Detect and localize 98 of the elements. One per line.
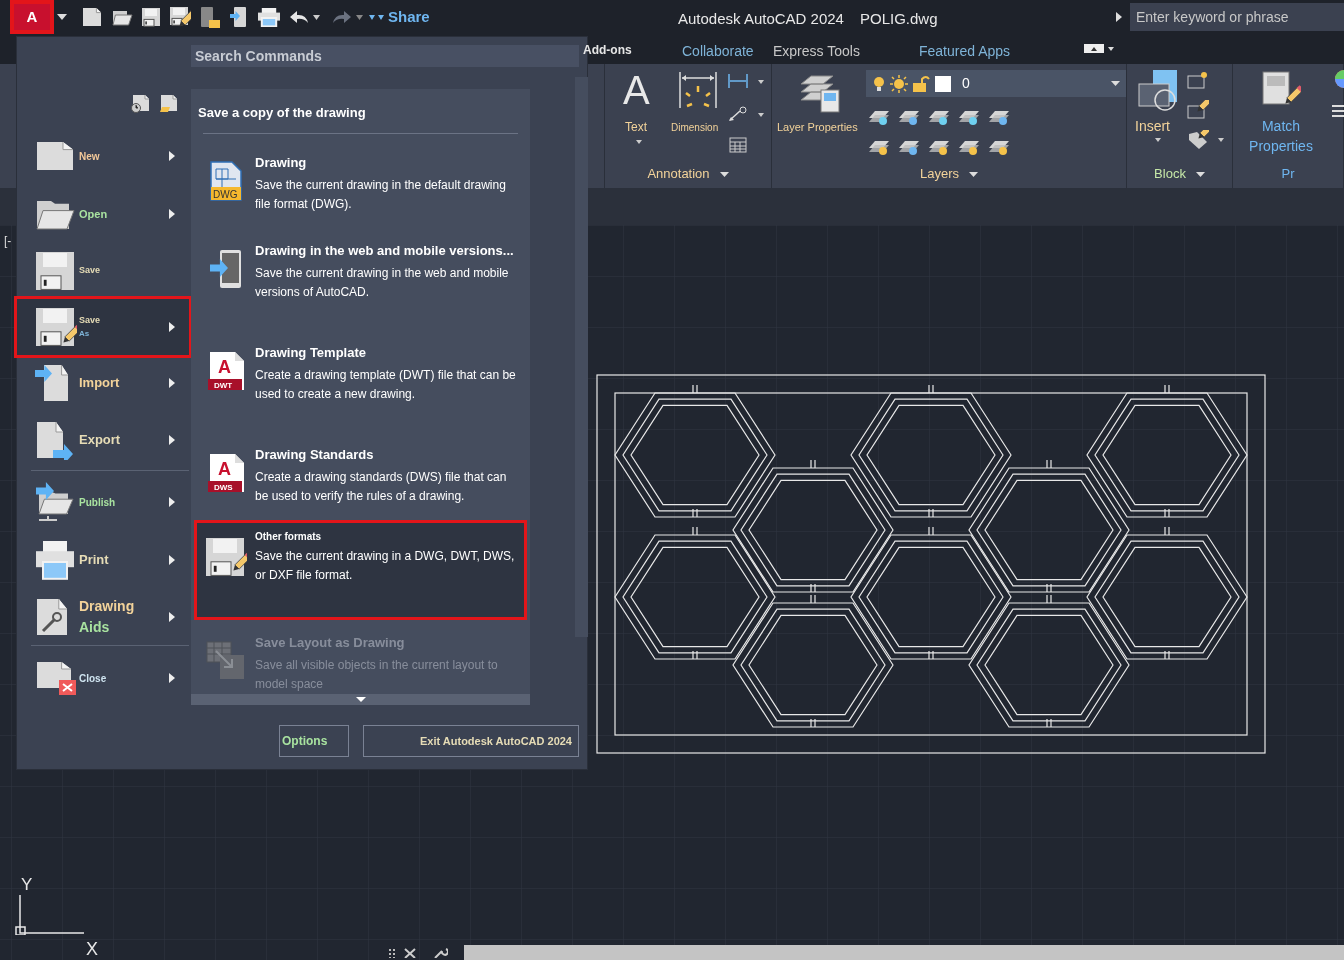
application-menu-item[interactable]: New (17, 127, 189, 185)
color-swatch-icon[interactable] (934, 74, 952, 93)
caret-down-icon[interactable] (969, 171, 978, 177)
caret-down-icon[interactable] (1195, 171, 1205, 177)
submenu-item[interactable]: A DWT Drawing Template Create a drawing template (DWT) file that can be used to create a new drawing. (197, 337, 524, 409)
new-file-icon[interactable] (81, 6, 103, 28)
ribbon-tab[interactable]: Add-ons (583, 41, 632, 59)
ribbon-tab[interactable]: Featured Apps (919, 41, 1011, 62)
layer-name: 0 (962, 74, 971, 93)
mobile-device-icon[interactable] (229, 6, 249, 28)
layer-properties-button[interactable]: Layer Properties (777, 119, 858, 136)
save-as-icon[interactable] (169, 6, 191, 28)
caret-down-icon[interactable] (758, 80, 764, 84)
file-folder-icon[interactable] (199, 6, 221, 28)
panel-title: Block (1154, 165, 1186, 184)
caret-down-icon[interactable] (313, 14, 320, 20)
exit-button[interactable]: Exit Autodesk AutoCAD 2024 (363, 725, 579, 757)
submenu-item[interactable]: DWG Drawing Save the current drawing in the default drawing file format (DWG). (197, 147, 524, 217)
wrench-icon[interactable] (434, 947, 448, 958)
caret-down-icon[interactable] (636, 140, 642, 144)
submenu-item[interactable]: Other formats Save the current drawing in a DWG, DWT, DWS, or DXF file format. (197, 523, 524, 617)
application-menu-item[interactable]: Export (17, 411, 189, 469)
caret-down-icon (1111, 81, 1120, 86)
lineweight-icon[interactable] (1332, 104, 1344, 118)
application-menu-item[interactable]: Open (17, 185, 189, 243)
dimension-tool-button[interactable]: Dimension (671, 120, 719, 135)
new-file-icon (35, 140, 75, 172)
submenu-item[interactable]: Drawing in the web and mobile versions... Save the current drawing in the web and mobile versions of AutoCAD. (197, 235, 524, 307)
table-icon[interactable] (729, 137, 747, 153)
unlocked-padlock-icon[interactable] (912, 75, 930, 92)
save-icon (35, 251, 75, 291)
submenu-heading: Save a copy of the drawing (198, 104, 366, 122)
scrollbar-track[interactable] (575, 77, 588, 637)
print-icon[interactable] (257, 7, 281, 27)
viewport-controls-label[interactable]: [- (4, 232, 12, 250)
save-as-icon (205, 537, 247, 577)
text-tool-icon: A (623, 70, 650, 110)
ribbon-tab[interactable]: Express Tools (773, 41, 860, 62)
application-menu-item[interactable]: Drawing Aids (17, 589, 189, 645)
layout-to-model-icon (206, 641, 246, 681)
search-commands-field[interactable]: Search Commands (191, 45, 579, 67)
application-menu-item[interactable]: Import (17, 355, 189, 411)
close-icon[interactable] (404, 947, 416, 958)
print-icon (35, 540, 75, 580)
ribbon-tab[interactable]: Collaborate (682, 41, 754, 62)
color-wheel-icon[interactable] (1332, 70, 1344, 88)
caret-right-icon[interactable] (1116, 12, 1122, 22)
panel-title: Layers (920, 165, 959, 184)
application-menu-item[interactable]: Publish (17, 473, 189, 531)
application-menu-item[interactable]: Close (17, 649, 189, 707)
standards-file-icon: A DWS (207, 453, 245, 493)
panel-title: Annotation (647, 165, 710, 184)
caret-down-icon[interactable] (369, 14, 385, 20)
application-menu-item[interactable]: Save As (17, 299, 189, 355)
caret-down-icon[interactable] (1108, 46, 1114, 51)
command-line-field[interactable] (464, 945, 1344, 960)
panel-title: Pr (1281, 165, 1295, 184)
mobile-device-icon (210, 249, 242, 289)
y-axis-label: Y (21, 874, 33, 896)
text-tool-button[interactable]: Text (625, 118, 647, 136)
edit-block-icon[interactable] (1187, 100, 1209, 120)
create-block-icon[interactable] (1187, 70, 1209, 90)
undo-icon[interactable] (289, 10, 309, 24)
template-file-icon: A DWT (207, 351, 245, 391)
share-link[interactable]: Share (388, 5, 430, 29)
insert-button[interactable]: Insert (1135, 116, 1170, 137)
dimension-icon (678, 70, 718, 110)
x-axis-label: X (86, 938, 98, 960)
app-title: Autodesk AutoCAD 2024 (678, 9, 844, 29)
recent-documents-icon[interactable] (131, 93, 151, 113)
application-menu-item[interactable]: Print (17, 531, 189, 589)
minimize-ribbon-icon[interactable] (1084, 44, 1104, 53)
open-documents-icon[interactable] (159, 93, 179, 113)
redo-icon[interactable] (332, 10, 352, 24)
ucs-axes-icon (15, 895, 85, 935)
save-icon[interactable] (141, 7, 161, 27)
caret-down-icon[interactable] (57, 14, 67, 20)
block-attribute-icon[interactable] (1187, 130, 1209, 150)
caret-down-icon[interactable] (719, 171, 729, 177)
caret-down-icon[interactable] (1155, 138, 1161, 142)
application-menu-button[interactable]: A (10, 0, 54, 34)
file-name: POLIG.dwg (859, 9, 938, 29)
lightbulb-icon[interactable] (872, 75, 886, 92)
wrench-document-icon (35, 597, 69, 637)
layer-dropdown[interactable]: 0 (866, 70, 1126, 97)
dwg-file-icon: DWG (210, 161, 242, 201)
close-file-icon (35, 660, 77, 696)
caret-down-icon[interactable] (1218, 138, 1224, 142)
caret-down-icon[interactable] (758, 113, 764, 117)
publish-icon (35, 482, 75, 522)
save-as-icon (35, 307, 77, 347)
match-properties-button[interactable]: Match Properties (1241, 116, 1321, 156)
leader-icon[interactable] (728, 106, 748, 122)
search-field[interactable]: Enter keyword or phrase (1130, 3, 1344, 31)
linear-dimension-icon[interactable] (728, 73, 748, 89)
sun-icon[interactable] (890, 74, 908, 93)
options-button[interactable]: Options (279, 725, 349, 757)
drag-handle-icon[interactable] (388, 947, 396, 958)
